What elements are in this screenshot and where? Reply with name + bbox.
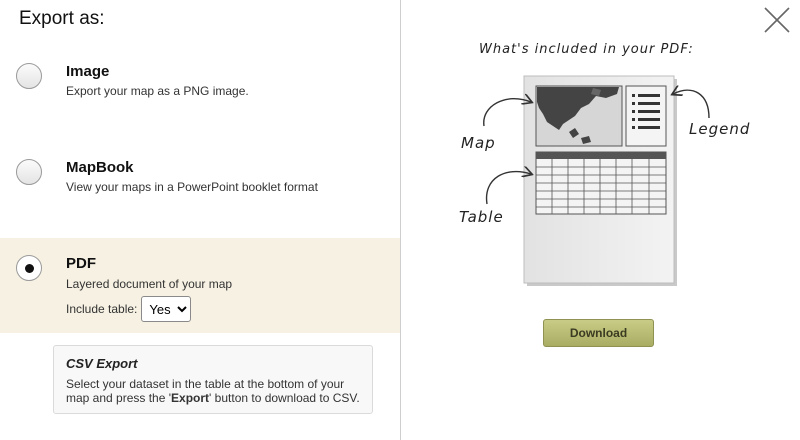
legend-label: Legend (689, 120, 750, 138)
include-table-select[interactable]: Yes (141, 296, 192, 322)
radio-pdf[interactable] (16, 255, 42, 281)
dialog-title: Export as: (19, 8, 105, 29)
close-icon[interactable] (763, 6, 791, 34)
option-image[interactable]: Image Export your map as a PNG image. (0, 58, 400, 138)
legend-arrow (673, 90, 710, 119)
option-pdf-description: Layered document of your map (66, 277, 233, 291)
illustration-heading: What's included in your PDF: (479, 42, 694, 57)
include-table-label: Include table: (66, 302, 138, 316)
option-image-label: Image (66, 63, 110, 80)
option-mapbook[interactable]: MapBook View your maps in a PowerPoint b… (0, 154, 400, 234)
download-button[interactable]: Download (543, 319, 654, 347)
csv-export-box: CSV Export Select your dataset in the ta… (53, 345, 373, 414)
radio-image[interactable] (16, 63, 42, 89)
csv-export-title: CSV Export (66, 356, 138, 371)
radio-mapbook[interactable] (16, 159, 42, 185)
option-pdf-label: PDF (66, 255, 96, 272)
table-label: Table (459, 208, 504, 226)
option-image-description: Export your map as a PNG image. (66, 84, 249, 98)
preview-panel: What's included in your PDF: Map Legend … (401, 0, 800, 440)
table-header-bar (536, 152, 666, 159)
map-label: Map (461, 134, 496, 152)
option-mapbook-description: View your maps in a PowerPoint booklet f… (66, 180, 318, 194)
pdf-illustration: What's included in your PDF: Map Legend … (459, 42, 750, 286)
option-pdf[interactable]: PDF Layered document of your map Include… (0, 238, 400, 333)
option-mapbook-label: MapBook (66, 159, 134, 176)
csv-text-part: ' button to download to CSV. (209, 391, 360, 405)
csv-export-bold: Export (171, 391, 210, 405)
include-table-row: Include table: Yes (66, 296, 192, 322)
csv-export-text: Select your dataset in the table at the … (66, 377, 360, 405)
export-options-panel: Export as: Image Export your map as a PN… (0, 0, 401, 440)
